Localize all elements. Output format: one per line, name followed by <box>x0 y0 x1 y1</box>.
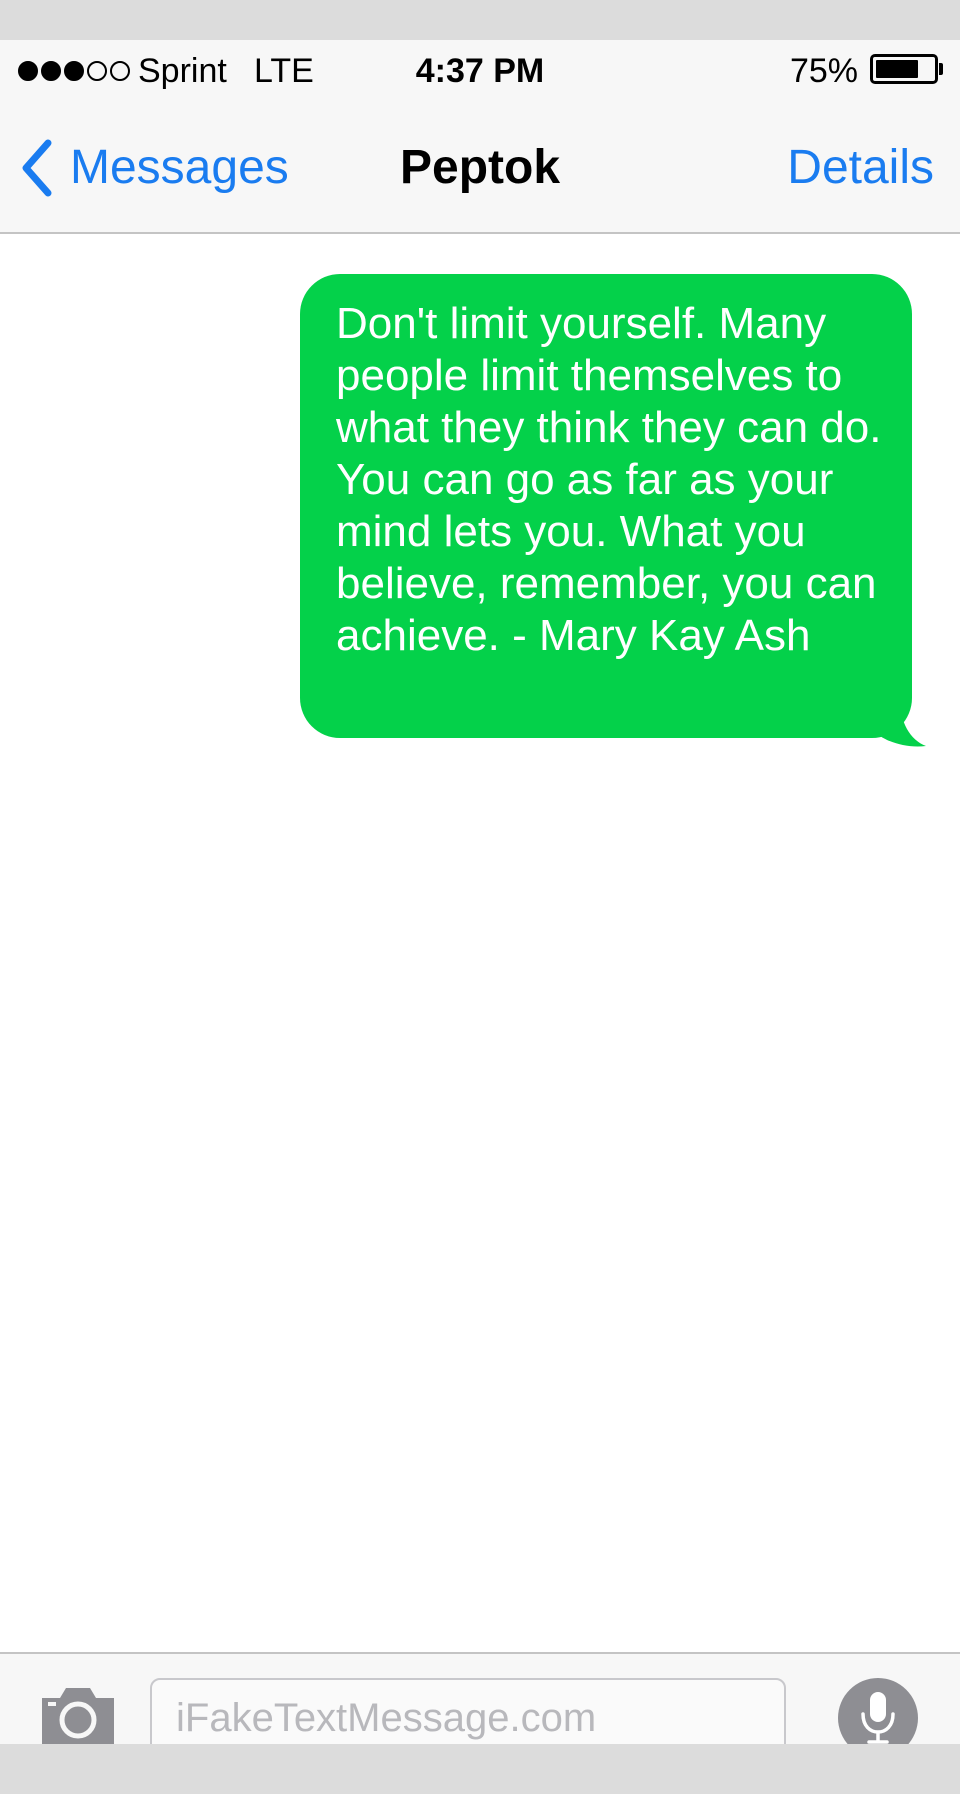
battery-tip <box>939 63 943 75</box>
signal-strength-icon <box>18 61 130 81</box>
message-thread: Don't limit yourself. Many people limit … <box>0 234 960 1652</box>
signal-dot <box>110 61 130 81</box>
network-type: LTE <box>254 52 314 90</box>
status-bar: Sprint LTE 4:37 PM 75% <box>0 40 960 100</box>
battery-icon <box>870 54 938 84</box>
top-frame-band <box>0 0 960 40</box>
outgoing-message-bubble: Don't limit yourself. Many people limit … <box>300 274 912 738</box>
back-to-messages-button[interactable]: Messages <box>20 130 289 206</box>
bottom-frame-band <box>0 1744 960 1794</box>
signal-dot <box>18 61 38 81</box>
microphone-icon <box>861 1692 895 1744</box>
status-time: 4:37 PM <box>415 52 545 90</box>
camera-button[interactable] <box>38 1684 118 1748</box>
camera-icon <box>42 1688 114 1744</box>
signal-dot <box>87 61 107 81</box>
battery-percentage: 75% <box>789 52 858 90</box>
signal-dot <box>64 61 84 81</box>
message-bubble-tail <box>880 700 926 747</box>
signal-dot <box>41 61 61 81</box>
chevron-left-icon <box>20 138 54 198</box>
carrier-name: Sprint <box>138 52 227 90</box>
contact-name-title: Peptok <box>399 141 561 194</box>
back-button-label: Messages <box>70 141 289 194</box>
navigation-bar: Messages Peptok Details <box>0 100 960 234</box>
phone-screen: Sprint LTE 4:37 PM 75% Messages Peptok D… <box>0 40 960 1784</box>
details-button[interactable]: Details <box>787 130 934 206</box>
battery-level-fill <box>876 60 918 78</box>
